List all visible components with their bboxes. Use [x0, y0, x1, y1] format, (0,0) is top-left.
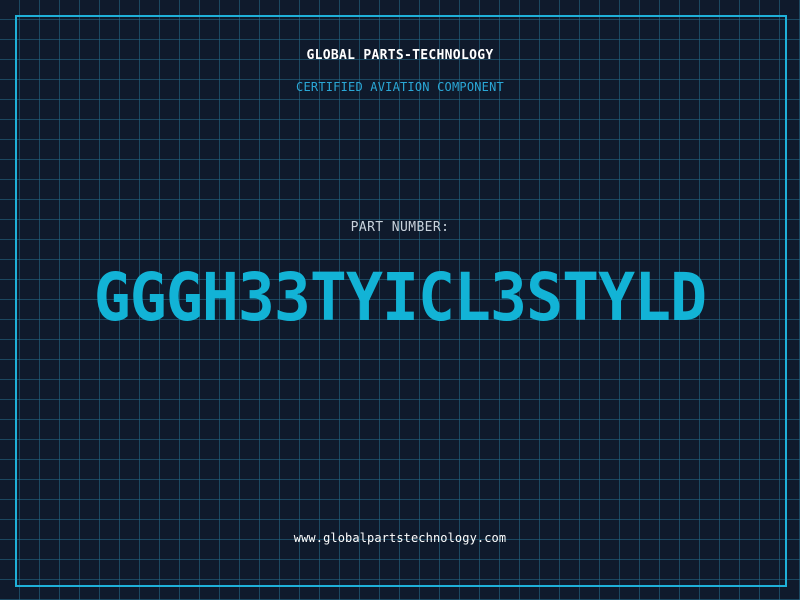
website-url: www.globalpartstechnology.com — [293, 531, 507, 545]
part-number-label: PART NUMBER: — [350, 220, 450, 235]
part-label-card: GLOBAL PARTS-TECHNOLOGY CERTIFIED AVIATI… — [0, 0, 800, 600]
part-number-value: GGGH33TYICL3STYLD — [93, 259, 707, 336]
certification-subtitle: CERTIFIED AVIATION COMPONENT — [296, 80, 504, 94]
brand-name: GLOBAL PARTS-TECHNOLOGY — [306, 48, 494, 63]
